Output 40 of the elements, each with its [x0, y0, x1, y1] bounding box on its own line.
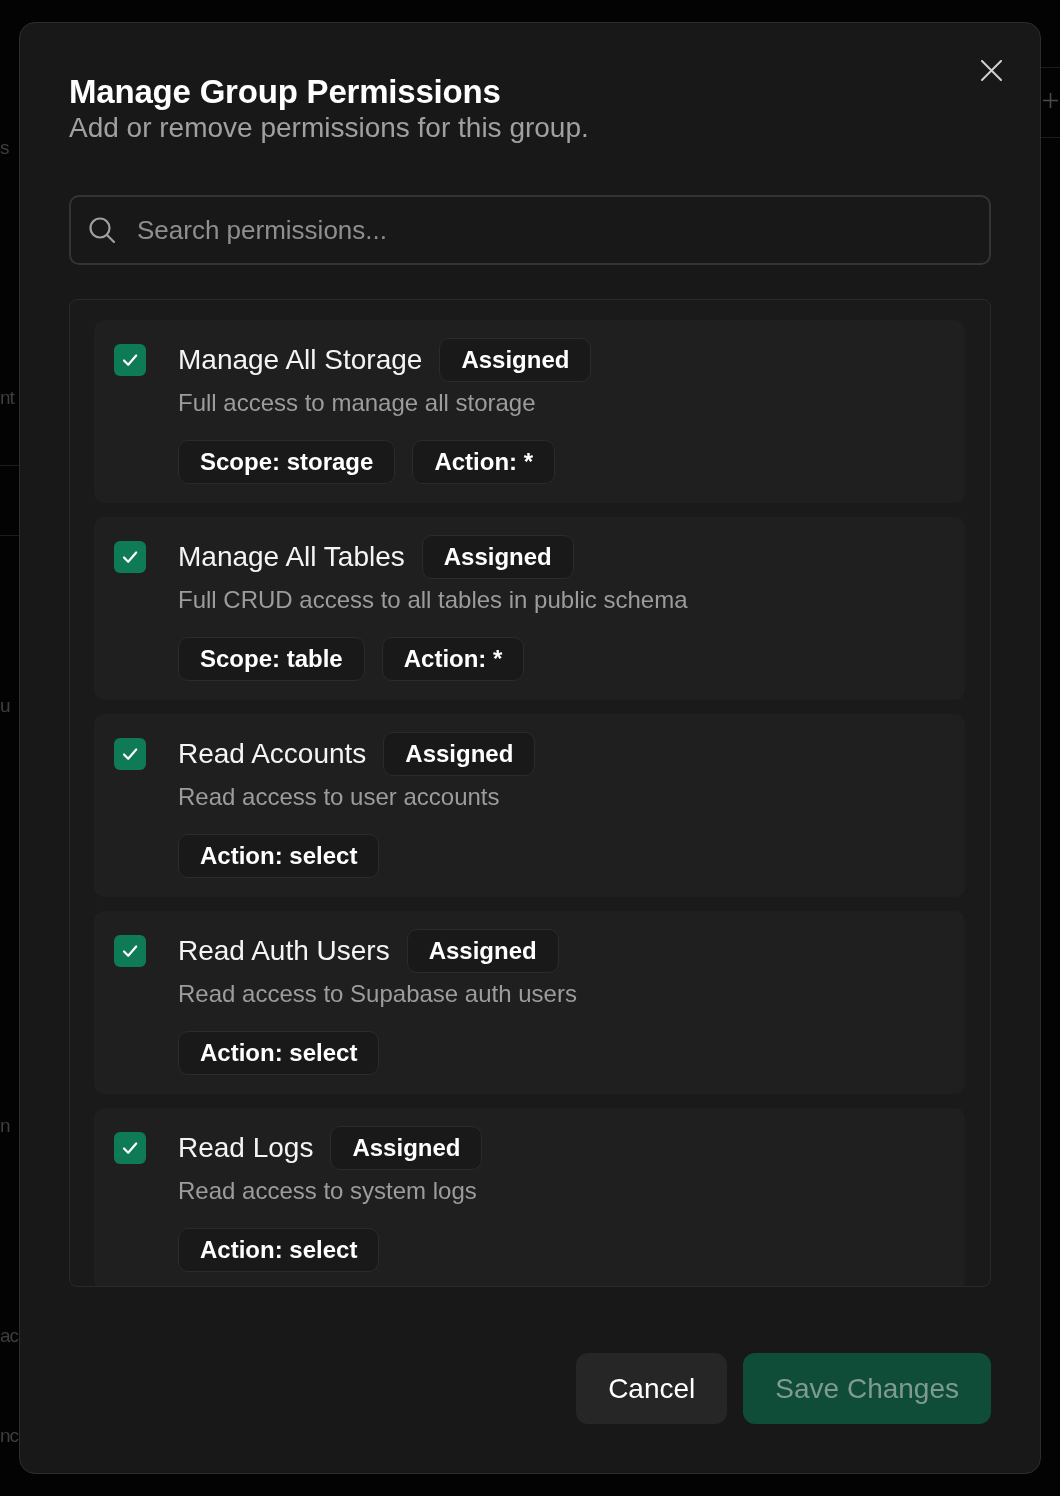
permission-tag: Action: *	[412, 440, 556, 484]
status-badge: Assigned	[406, 929, 559, 973]
status-badge: Assigned	[439, 338, 592, 382]
status-badge: Assigned	[383, 732, 536, 776]
permission-tag: Scope: storage	[178, 440, 396, 484]
permission-name: Manage All Tables	[178, 540, 405, 574]
checkbox[interactable]	[114, 541, 146, 573]
status-badge: Assigned	[421, 535, 574, 579]
checkbox[interactable]	[114, 935, 146, 967]
dialog-title: Manage Group Permissions	[69, 73, 501, 111]
permission-tag: Scope: table	[178, 637, 365, 681]
background-text: s	[0, 136, 9, 160]
permission-description: Full CRUD access to all tables in public schema	[178, 585, 688, 615]
permission-description: Full access to manage all storage	[178, 388, 536, 418]
permission-tag: Action: *	[381, 637, 525, 681]
background-text: n	[0, 1114, 10, 1138]
search-icon	[89, 217, 115, 243]
permission-tag: Action: select	[178, 1228, 380, 1272]
close-button[interactable]	[981, 60, 1002, 81]
background-text: nc	[0, 1424, 19, 1448]
permission-name: Manage All Storage	[178, 343, 423, 377]
permission-tag: Action: select	[178, 1031, 380, 1075]
permission-name: Read Logs	[178, 1131, 314, 1165]
status-badge: Assigned	[330, 1126, 483, 1170]
permission-name: Read Accounts	[178, 737, 367, 771]
search-field[interactable]: Search permissions...	[69, 195, 991, 265]
permission-tag: Action: select	[178, 834, 380, 878]
checkbox[interactable]	[114, 1132, 146, 1164]
background-text: ac	[0, 1324, 19, 1348]
checkbox[interactable]	[114, 344, 146, 376]
permission-description: Read access to Supabase auth users	[178, 979, 577, 1009]
permission-description: Read access to system logs	[178, 1176, 477, 1206]
cancel-button[interactable]: Cancel	[576, 1353, 728, 1424]
background-text: u	[0, 694, 10, 718]
checkbox[interactable]	[114, 738, 146, 770]
background-text: nt	[0, 386, 14, 410]
dialog-subtitle: Add or remove permissions for this group.	[69, 112, 589, 144]
permission-description: Read access to user accounts	[178, 782, 500, 812]
permission-name: Read Auth Users	[178, 934, 390, 968]
close-icon	[981, 60, 1002, 81]
